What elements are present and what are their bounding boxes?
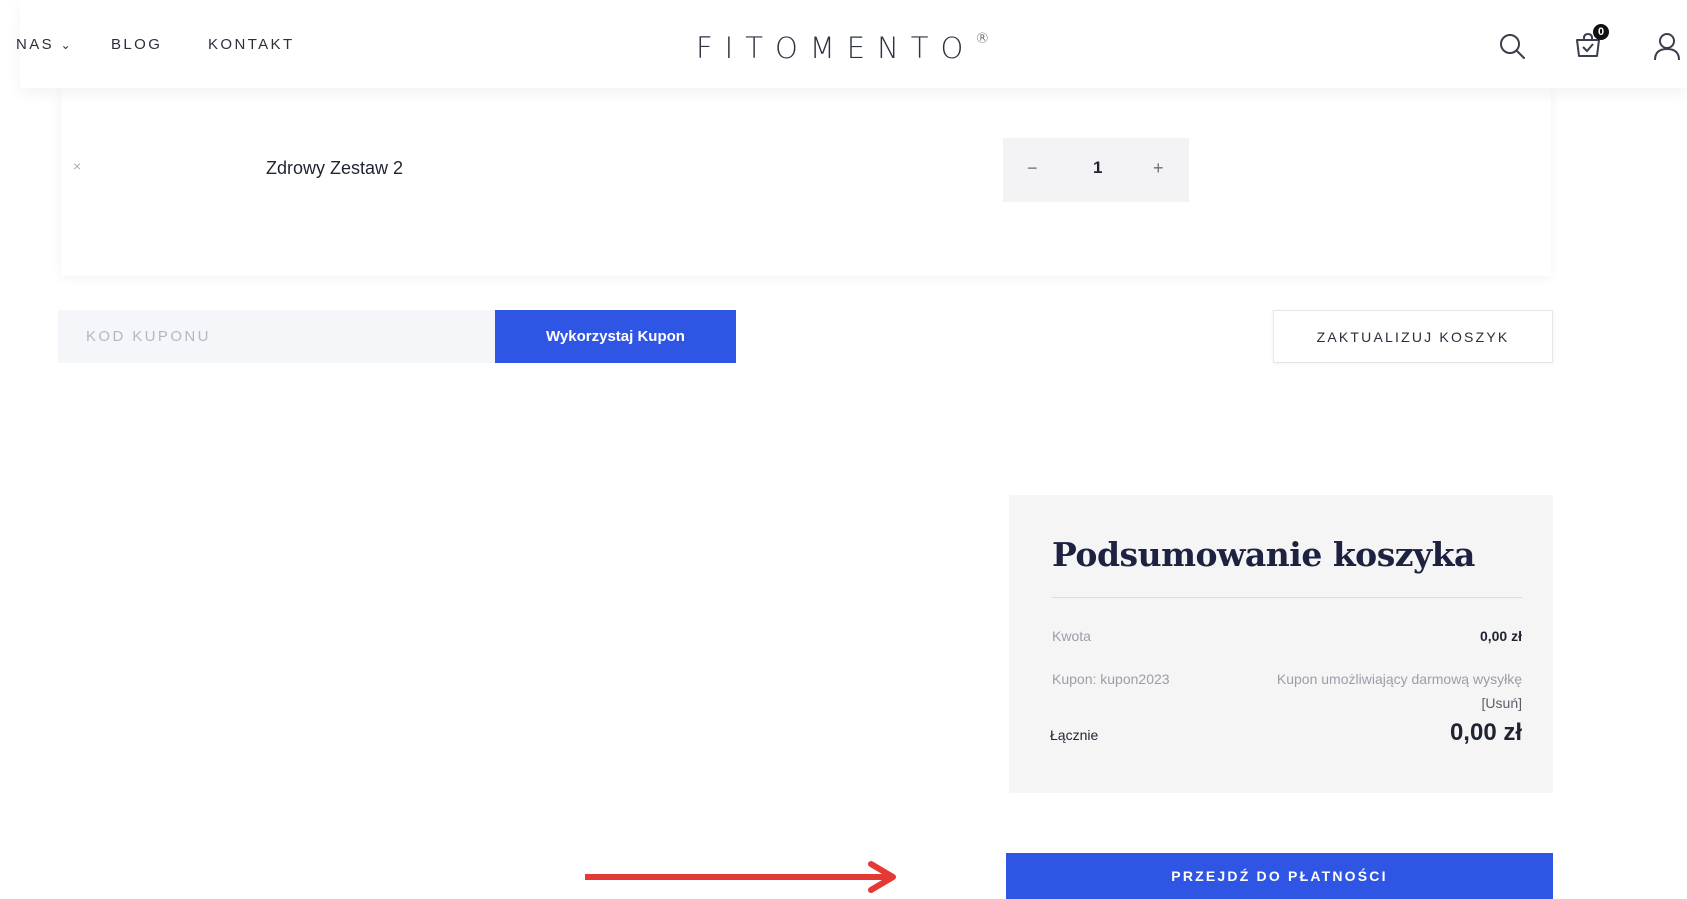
coupon-code-input[interactable] — [58, 310, 495, 363]
site-header: NAS ⌄ BLOG KONTAKT FITOMENTO® 0 — [16, 0, 1687, 88]
qty-decrease-button[interactable]: − — [1027, 158, 1038, 179]
quantity-stepper: − 1 + — [1003, 138, 1189, 202]
nav-item-blog[interactable]: BLOG — [111, 36, 162, 53]
subtotal-label: Kwota — [1052, 628, 1091, 644]
total-value: 0,00 zł — [1449, 719, 1522, 746]
logo-text: FITOMENTO — [696, 31, 976, 65]
total-label: Łącznie — [1050, 727, 1099, 743]
cart-count-badge: 0 — [1593, 24, 1609, 40]
user-icon[interactable] — [1651, 30, 1683, 62]
coupon-label: Kupon: kupon2023 — [1052, 671, 1170, 687]
subtotal-value: 0,00 zł — [1479, 628, 1522, 644]
summary-title: Podsumowanie koszyka — [1052, 535, 1475, 574]
nav-item-o-nas[interactable]: NAS ⌄ — [16, 36, 71, 53]
arrow-right-icon — [585, 861, 896, 893]
cart-table — [61, 88, 1551, 276]
cart-icon[interactable]: 0 — [1573, 24, 1609, 62]
chevron-down-icon: ⌄ — [60, 38, 71, 52]
remove-coupon-link[interactable]: [Usuń] — [1482, 695, 1522, 711]
cart-summary: Podsumowanie koszyka Kwota 0,00 zł Kupon… — [1009, 495, 1553, 793]
apply-coupon-button[interactable]: Wykorzystaj Kupon — [495, 310, 736, 363]
coupon-value: Kupon umożliwiający darmową wysyłkę — [1276, 671, 1522, 687]
nav-item-label: NAS — [16, 36, 55, 53]
proceed-to-checkout-button[interactable]: PRZEJDŹ DO PŁATNOŚCI — [1006, 853, 1553, 899]
site-logo[interactable]: FITOMENTO® — [696, 31, 989, 65]
nav-item-kontakt[interactable]: KONTAKT — [208, 36, 295, 53]
registered-mark: ® — [975, 31, 990, 48]
summary-divider — [1052, 597, 1522, 598]
remove-item-icon[interactable]: × — [73, 158, 81, 174]
product-name[interactable]: Zdrowy Zestaw 2 — [266, 158, 403, 179]
qty-value[interactable]: 1 — [1093, 158, 1102, 178]
update-cart-button[interactable]: ZAKTUALIZUJ KOSZYK — [1273, 310, 1553, 363]
qty-increase-button[interactable]: + — [1153, 158, 1164, 179]
search-icon[interactable] — [1496, 30, 1528, 62]
